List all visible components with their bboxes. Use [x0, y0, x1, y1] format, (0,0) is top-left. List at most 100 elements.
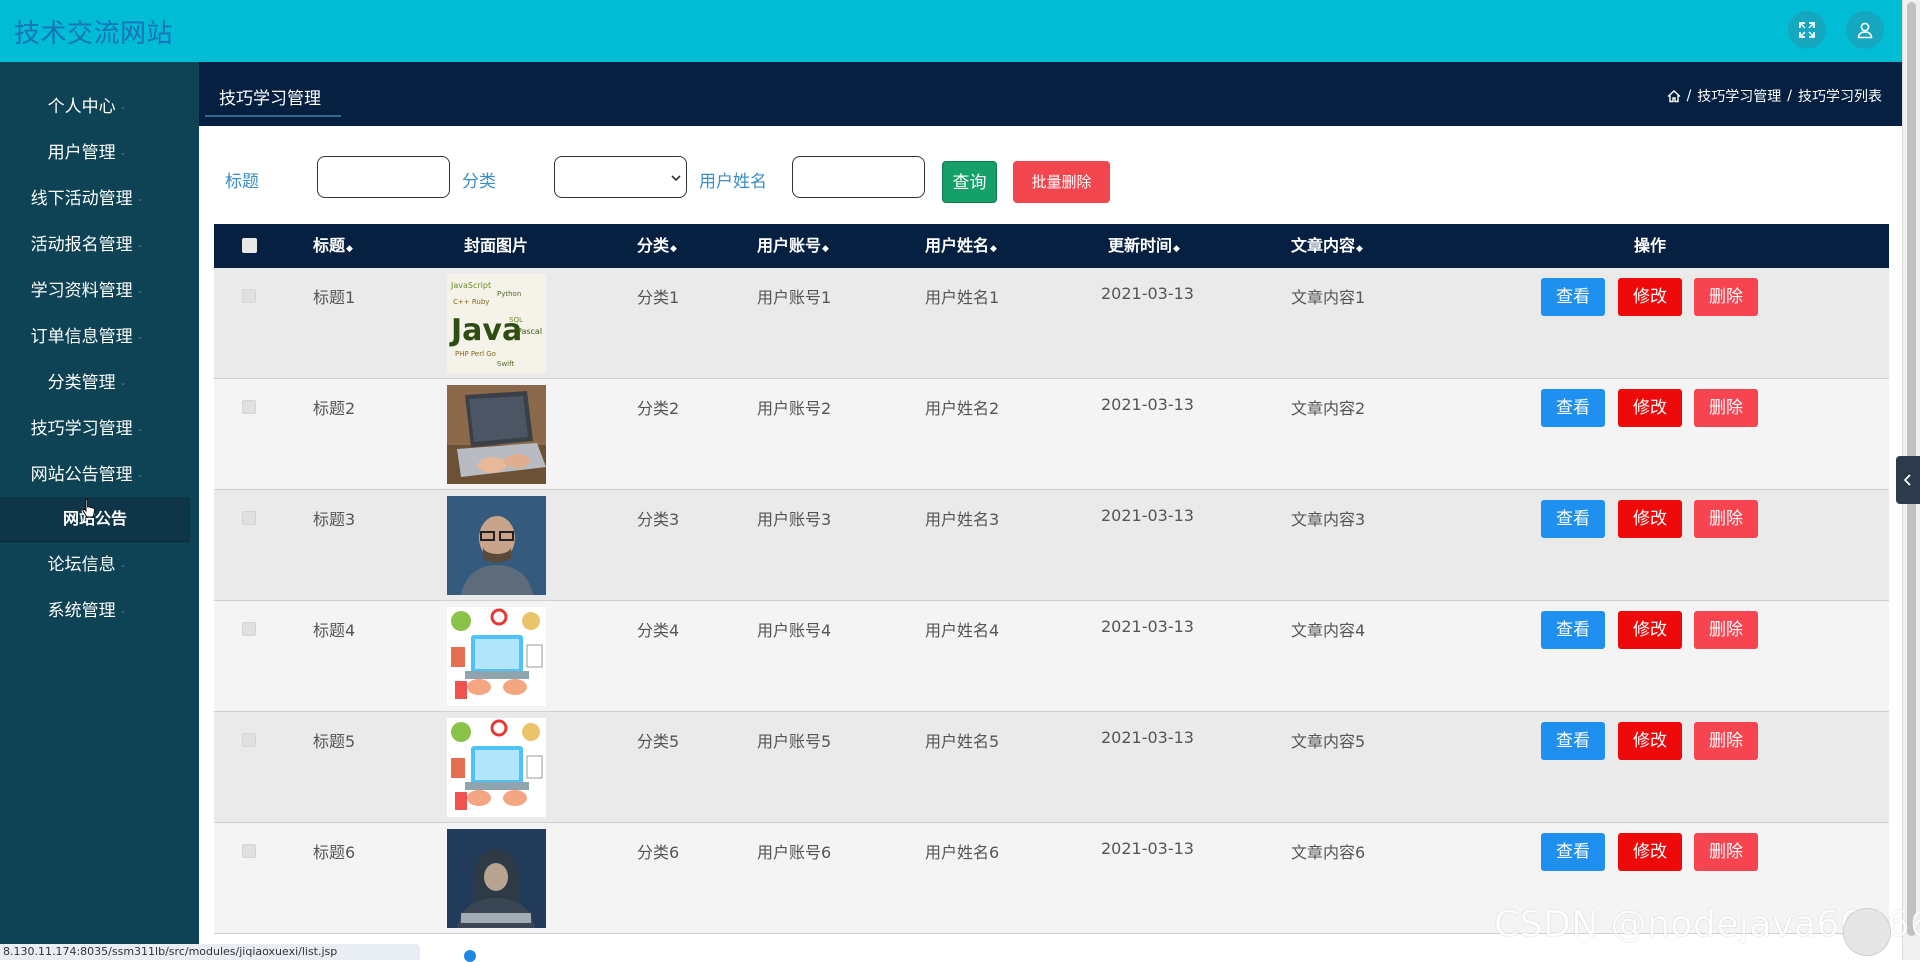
- sidebar-item-personal-center[interactable]: 个人中心 ⌄: [0, 84, 174, 130]
- view-button[interactable]: 查看: [1541, 833, 1605, 871]
- sidebar-item-label: 用户管理: [47, 143, 116, 163]
- chevron-icon: ⌄: [136, 332, 144, 341]
- cell-account: 用户账号6: [757, 843, 832, 862]
- batch-delete-button[interactable]: 批量删除: [1013, 161, 1110, 203]
- floating-action-button[interactable]: [1843, 908, 1891, 956]
- view-button[interactable]: 查看: [1541, 389, 1605, 427]
- sort-icon: ◆: [1173, 244, 1180, 254]
- cell-title: 标题1: [313, 288, 356, 307]
- site-title[interactable]: 技术交流网站: [14, 13, 173, 50]
- row-checkbox[interactable]: [242, 622, 256, 636]
- table-row: 标题1 JavaScript Python C++ Ruby Java SQL …: [214, 268, 1889, 379]
- view-button[interactable]: 查看: [1541, 611, 1605, 649]
- sidebar-item-system[interactable]: 系统管理 ⌄: [0, 588, 174, 634]
- table-row: 标题2 分类2 用户账号2 用户姓名2 2021-03-13 文章内容2 查看 …: [214, 379, 1889, 490]
- title-search-input[interactable]: [317, 156, 450, 198]
- cover-image[interactable]: [447, 718, 546, 817]
- sidebar-item-activity-signup[interactable]: 活动报名管理 ⌄: [0, 222, 174, 268]
- column-header-category[interactable]: 分类◆: [637, 224, 677, 268]
- edit-button[interactable]: 修改: [1618, 278, 1682, 316]
- chevron-icon: ⌄: [119, 378, 127, 387]
- sidebar-item-label: 活动报名管理: [30, 235, 133, 255]
- sidebar-item-forum[interactable]: 论坛信息 ⌄: [0, 542, 174, 588]
- cover-image[interactable]: [447, 829, 546, 928]
- chevron-icon: ⌄: [119, 606, 127, 615]
- cover-image[interactable]: JavaScript Python C++ Ruby Java SQL Pasc…: [447, 274, 546, 373]
- title-label: 标题: [225, 172, 259, 192]
- breadcrumb-item-current: 技巧学习列表: [1798, 89, 1882, 105]
- cell-updated: 2021-03-13: [1101, 395, 1194, 414]
- user-menu-button[interactable]: [1846, 11, 1884, 49]
- breadcrumb: / 技巧学习管理 / 技巧学习列表: [1667, 86, 1882, 106]
- edit-button[interactable]: 修改: [1618, 833, 1682, 871]
- cell-category: 分类6: [637, 843, 680, 862]
- username-label: 用户姓名: [699, 172, 767, 192]
- view-button[interactable]: 查看: [1541, 500, 1605, 538]
- desk-illustration-image: [447, 718, 546, 817]
- fullscreen-button[interactable]: [1788, 11, 1826, 49]
- row-checkbox[interactable]: [242, 733, 256, 747]
- cover-image[interactable]: [447, 607, 546, 706]
- column-header-updated[interactable]: 更新时间◆: [1108, 224, 1180, 268]
- column-header-username[interactable]: 用户姓名◆: [925, 224, 997, 268]
- sidebar-item-user-management[interactable]: 用户管理 ⌄: [0, 130, 174, 176]
- browser-status-url: 8.130.11.174:8035/ssm311lb/src/modules/j…: [0, 944, 420, 960]
- select-all-checkbox[interactable]: [242, 238, 257, 253]
- chevron-icon: ⌄: [136, 194, 144, 203]
- sidebar-item-categories[interactable]: 分类管理 ⌄: [0, 360, 174, 406]
- table-row: 标题3 分类3 用户账号3 用户姓名3 2021-03-13 文章内容3 查看 …: [214, 490, 1889, 601]
- sidebar-item-offline-activity[interactable]: 线下活动管理 ⌄: [0, 176, 174, 222]
- sidebar-item-label: 学习资料管理: [30, 281, 133, 301]
- breadcrumb-separator: /: [1787, 88, 1792, 104]
- side-panel-toggle[interactable]: [1896, 456, 1920, 504]
- row-checkbox[interactable]: [242, 289, 256, 303]
- sidebar-item-orders[interactable]: 订单信息管理 ⌄: [0, 314, 174, 360]
- chevron-icon: ⌄: [136, 240, 144, 249]
- edit-button[interactable]: 修改: [1618, 500, 1682, 538]
- cell-content: 文章内容1: [1291, 288, 1366, 307]
- sort-icon: ◆: [346, 244, 353, 254]
- delete-button[interactable]: 删除: [1694, 389, 1758, 427]
- view-button[interactable]: 查看: [1541, 722, 1605, 760]
- delete-button[interactable]: 删除: [1694, 278, 1758, 316]
- cell-category: 分类1: [637, 288, 680, 307]
- home-icon[interactable]: [1667, 89, 1681, 103]
- edit-button[interactable]: 修改: [1618, 611, 1682, 649]
- top-header: 技术交流网站: [0, 0, 1902, 62]
- fullscreen-icon: [1799, 22, 1815, 38]
- tab-skill-learning[interactable]: 技巧学习管理: [219, 84, 321, 109]
- edit-button[interactable]: 修改: [1618, 722, 1682, 760]
- cell-title: 标题5: [313, 732, 356, 751]
- chevron-icon: ⌄: [136, 470, 144, 479]
- sidebar-item-label: 技巧学习管理: [30, 419, 133, 439]
- category-label: 分类: [462, 172, 496, 192]
- row-checkbox[interactable]: [242, 400, 256, 414]
- sidebar-item-label: 线下活动管理: [30, 189, 133, 209]
- delete-button[interactable]: 删除: [1694, 500, 1758, 538]
- sort-icon: ◆: [1356, 244, 1363, 254]
- column-header-content[interactable]: 文章内容◆: [1291, 224, 1363, 268]
- sidebar-item-skill-learning[interactable]: 技巧学习管理 ⌄: [0, 406, 174, 452]
- category-select[interactable]: [554, 156, 687, 198]
- delete-button[interactable]: 删除: [1694, 833, 1758, 871]
- delete-button[interactable]: 删除: [1694, 722, 1758, 760]
- cell-account: 用户账号4: [757, 621, 832, 640]
- query-button[interactable]: 查询: [942, 161, 997, 203]
- sidebar-item-site-announcements[interactable]: 网站公告管理 ⌄: [0, 452, 174, 498]
- cell-username: 用户姓名6: [925, 843, 1000, 862]
- username-search-input[interactable]: [792, 156, 925, 198]
- column-header-account[interactable]: 用户账号◆: [757, 224, 829, 268]
- cover-image[interactable]: [447, 385, 546, 484]
- sidebar-item-label: 论坛信息: [47, 555, 116, 575]
- cover-image[interactable]: [447, 496, 546, 595]
- row-checkbox[interactable]: [242, 511, 256, 525]
- delete-button[interactable]: 删除: [1694, 611, 1758, 649]
- cell-account: 用户账号5: [757, 732, 832, 751]
- edit-button[interactable]: 修改: [1618, 389, 1682, 427]
- sort-icon: ◆: [990, 244, 997, 254]
- row-checkbox[interactable]: [242, 844, 256, 858]
- column-header-title[interactable]: 标题◆: [313, 224, 353, 268]
- breadcrumb-item[interactable]: 技巧学习管理: [1697, 86, 1781, 106]
- sidebar-item-study-materials[interactable]: 学习资料管理 ⌄: [0, 268, 174, 314]
- view-button[interactable]: 查看: [1541, 278, 1605, 316]
